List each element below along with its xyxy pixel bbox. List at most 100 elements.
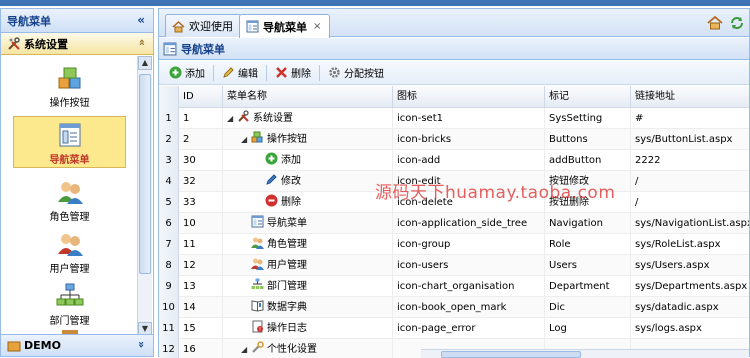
table-row[interactable]: 6 10 导航菜单 icon-application_side_tree Navigat…	[159, 213, 749, 234]
cell-menu-name: 角色管理	[223, 234, 393, 255]
cell-url: sys/datadic.aspx	[631, 297, 749, 318]
panel-header: 导航菜单	[159, 38, 749, 60]
table-row[interactable]: 9 13 部门管理 icon-chart_organisation Department…	[159, 276, 749, 297]
row-number: 5	[159, 192, 179, 213]
cell-tag: Navigation	[545, 213, 631, 234]
folder-icon	[7, 341, 21, 351]
nav-item-navigation-menu[interactable]: 导航菜单	[13, 116, 126, 168]
column-header-id[interactable]: ID	[179, 86, 223, 108]
table-row[interactable]: 3 30 添加 icon-add addButton 2222	[159, 150, 749, 171]
row-number: 2	[159, 129, 179, 150]
grid-toolbar: 添加 编辑 删除 分配按钮	[159, 61, 749, 85]
tree-expander-icon[interactable]: ◢	[227, 108, 237, 129]
scroll-up-arrow-icon[interactable]: ▲	[138, 56, 152, 70]
table-row[interactable]: 7 11 角色管理 icon-group Role sys/RoleList.aspx	[159, 234, 749, 255]
cell-tag: Role	[545, 234, 631, 255]
cell-tag: Dic	[545, 297, 631, 318]
nav-item-label: 操作按钮	[49, 98, 90, 109]
left-navigation-panel: 导航菜单 « 系统设置 » 操作按钮 导航菜单 角色管理 用户管理 部门管理 ▲…	[0, 8, 154, 357]
nav-vertical-scrollbar[interactable]: ▲ ▼	[137, 56, 152, 336]
page-error-icon: !	[251, 320, 264, 333]
column-header-menu-name[interactable]: 菜单名称	[223, 86, 393, 108]
edit-button[interactable]: 编辑	[218, 63, 262, 83]
application-tree-icon	[251, 215, 264, 228]
nav-item-label: 导航菜单	[49, 155, 90, 166]
panel-title: 导航菜单	[181, 42, 225, 56]
nav-items-list: 操作按钮 导航菜单 角色管理 用户管理 部门管理	[1, 56, 137, 336]
cell-url: sys/ButtonList.aspx	[631, 129, 749, 150]
cell-id: 2	[179, 129, 223, 150]
tab-welcome[interactable]: 欢迎使用	[165, 14, 242, 37]
accordion-section-demo[interactable]: DEMO »	[1, 334, 153, 356]
nav-item-user-management[interactable]: 用户管理	[13, 226, 126, 278]
group-icon	[251, 236, 264, 249]
cell-menu-name: 用户管理	[223, 255, 393, 276]
table-row[interactable]: 1 1 ◢ 系统设置 icon-set1 SysSetting #	[159, 108, 749, 129]
cell-url: 2222	[631, 150, 749, 171]
row-number: 11	[159, 318, 179, 339]
collapse-left-panel-button[interactable]: «	[137, 13, 145, 27]
row-number: 4	[159, 171, 179, 192]
row-number: 3	[159, 150, 179, 171]
nav-item-role-management[interactable]: 角色管理	[13, 174, 126, 226]
table-row[interactable]: 8 12 用户管理 icon-users Users sys/Users.aspx	[159, 255, 749, 276]
cell-icon-class: icon-page_error	[393, 318, 545, 339]
cell-menu-name: 导航菜单	[223, 213, 393, 234]
main-content-panel: 欢迎使用 导航菜单 × 导航菜单 添加 编辑 删除 分配按钮 ID 菜单名称 图…	[158, 8, 750, 358]
nav-item-buttons[interactable]: 操作按钮	[13, 60, 126, 112]
grid-header-row: ID 菜单名称 图标 标记 链接地址	[159, 86, 749, 108]
menu-name-text: 个性化设置	[267, 344, 317, 355]
row-number: 10	[159, 297, 179, 318]
table-row[interactable]: 5 33 删除 icon-delete 按钮删除 /	[159, 192, 749, 213]
chart-organisation-icon	[56, 283, 83, 306]
table-row[interactable]: 2 2 ◢ 操作按钮 icon-bricks Buttons sys/ButtonList.…	[159, 129, 749, 150]
refresh-icon[interactable]	[729, 15, 745, 31]
cell-icon-class: icon-bricks	[393, 129, 545, 150]
nav-item-department-management[interactable]: 部门管理	[13, 278, 126, 330]
delete-button[interactable]: 删除	[271, 63, 315, 83]
cell-menu-name: 数据字典	[223, 297, 393, 318]
add-button-label: 添加	[185, 69, 205, 80]
assign-buttons-label: 分配按钮	[344, 69, 384, 80]
column-header-icon[interactable]: 图标	[393, 86, 545, 108]
row-number-header	[159, 86, 179, 108]
tree-grid: ID 菜单名称 图标 标记 链接地址 1 1 ◢ 系统设置 icon-set1 SysSe…	[159, 86, 749, 358]
cell-id: 12	[179, 255, 223, 276]
row-number: 9	[159, 276, 179, 297]
tab-navigation-menu[interactable]: 导航菜单 ×	[239, 14, 331, 38]
bricks-icon	[251, 131, 264, 144]
scroll-thumb[interactable]	[139, 74, 151, 274]
group-icon	[57, 182, 83, 204]
menu-name-text: 添加	[281, 155, 301, 166]
cell-id: 16	[179, 339, 223, 358]
cell-menu-name: 添加	[223, 150, 393, 171]
home-icon[interactable]	[707, 15, 723, 31]
cell-icon-class: icon-add	[393, 150, 545, 171]
wrench-icon	[251, 341, 264, 354]
close-tab-icon[interactable]: ×	[313, 21, 321, 32]
cell-id: 32	[179, 171, 223, 192]
column-header-url[interactable]: 链接地址	[631, 86, 749, 108]
add-button[interactable]: 添加	[165, 63, 209, 83]
toolbar-separator	[213, 64, 214, 81]
accordion-section-system-settings[interactable]: 系统设置 »	[1, 33, 153, 55]
table-row[interactable]: 4 32 修改 icon-edit 按钮修改 /	[159, 171, 749, 192]
cell-icon-class: icon-group	[393, 234, 545, 255]
cell-id: 10	[179, 213, 223, 234]
chevron-up-icon: »	[134, 38, 148, 47]
cell-menu-name: ◢ 操作按钮	[223, 129, 393, 150]
table-row[interactable]: 10 14 数据字典 icon-book_open_mark Dic sys/datadi…	[159, 297, 749, 318]
cell-id: 15	[179, 318, 223, 339]
cell-icon-class: icon-set1	[393, 108, 545, 129]
cell-id: 14	[179, 297, 223, 318]
tab-label: 欢迎使用	[189, 20, 233, 33]
column-header-tag[interactable]: 标记	[545, 86, 631, 108]
bricks-icon	[58, 67, 80, 89]
tree-expander-icon[interactable]: ◢	[241, 339, 251, 358]
table-row[interactable]: 11 15! 操作日志 icon-page_error Log sys/logs.aspx	[159, 318, 749, 339]
accordion-section-label: 系统设置	[24, 37, 68, 51]
tree-expander-icon[interactable]: ◢	[241, 129, 251, 150]
nav-item-label: 角色管理	[49, 212, 90, 223]
cell-tag: Log	[545, 318, 631, 339]
assign-buttons-button[interactable]: 分配按钮	[324, 63, 388, 83]
